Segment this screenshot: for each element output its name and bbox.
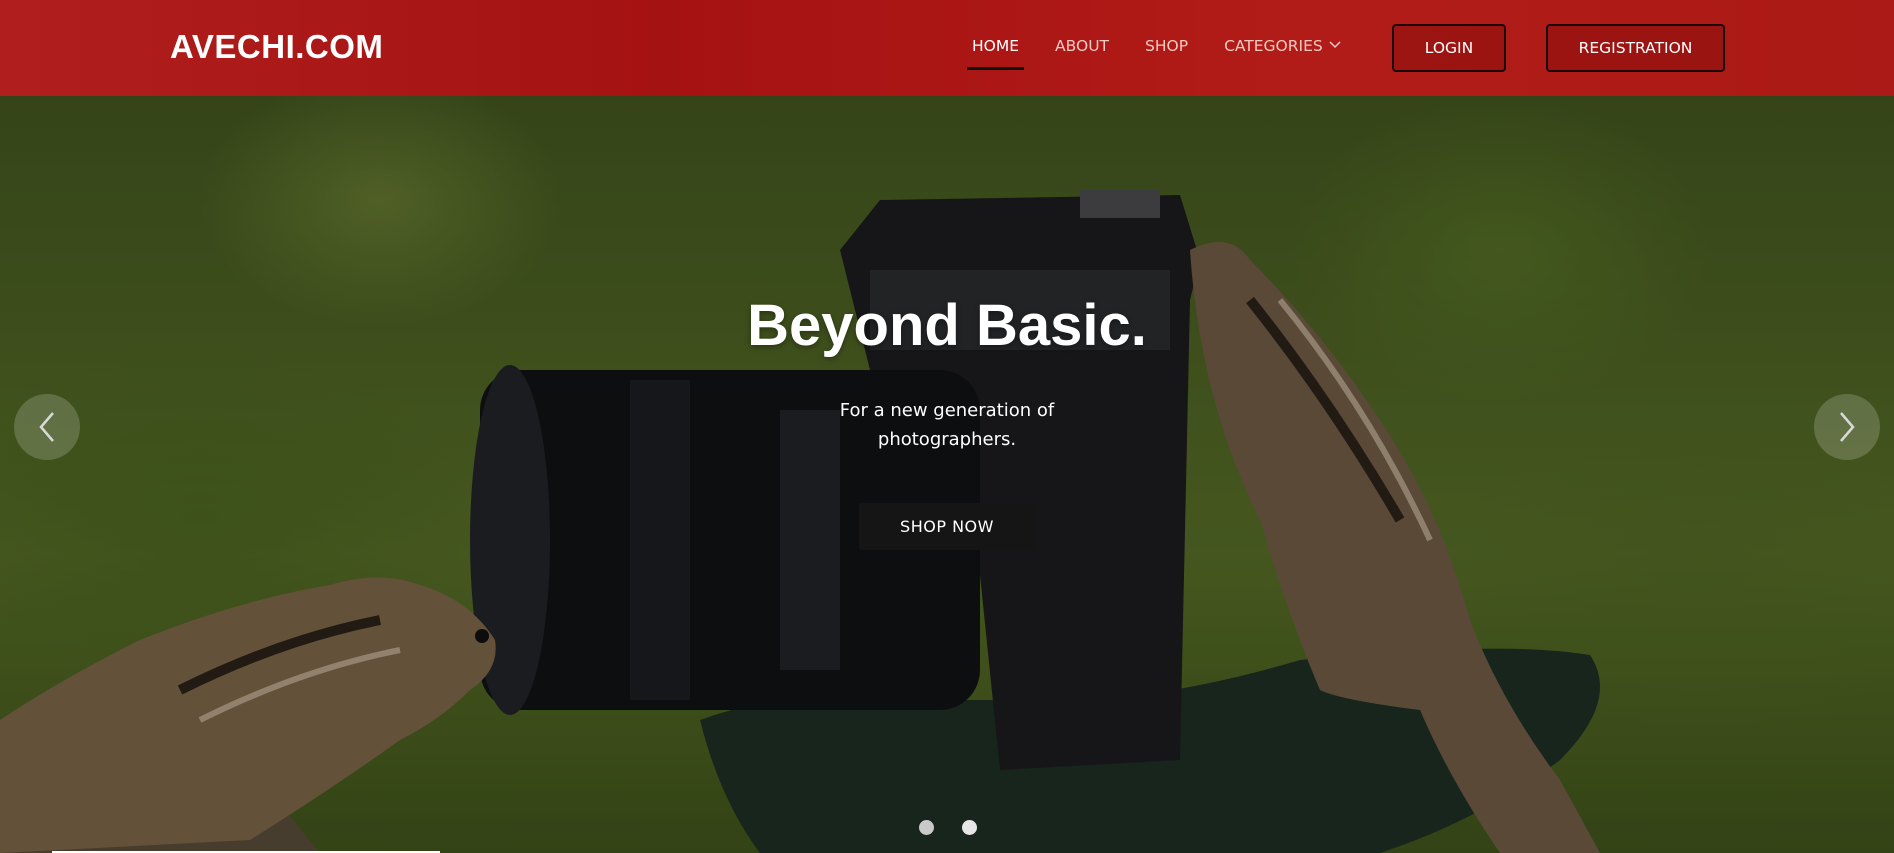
nav-item-shop[interactable]: SHOP (1145, 37, 1188, 55)
nav-item-categories[interactable]: CATEGORIES (1224, 37, 1341, 55)
hero-title: Beyond Basic. (747, 293, 1147, 358)
chevron-left-icon (39, 412, 54, 442)
nav-item-home[interactable]: HOME (966, 37, 1025, 70)
shop-now-button[interactable]: SHOP NOW (859, 503, 1035, 550)
slide-dot-1[interactable] (919, 820, 934, 835)
nav-item-categories-label: CATEGORIES (1224, 37, 1323, 55)
login-button[interactable]: LOGIN (1392, 24, 1506, 72)
slider-pagination (919, 820, 977, 835)
registration-button[interactable]: REGISTRATION (1546, 24, 1725, 72)
main-nav: HOME ABOUT SHOP CATEGORIES (966, 37, 1377, 70)
chevron-down-icon (1329, 41, 1341, 49)
next-slide-button[interactable] (1814, 394, 1880, 460)
hero-subtitle: For a new generation of photographers. (839, 400, 1055, 450)
hero-slider: Beyond Basic. For a new generation of ph… (0, 0, 1894, 853)
chevron-right-icon (1840, 412, 1855, 442)
top-navbar: AVECHI.COM HOME ABOUT SHOP CATEGORIES LO… (0, 0, 1894, 96)
brand-logo[interactable]: AVECHI.COM (170, 28, 383, 66)
prev-slide-button[interactable] (14, 394, 80, 460)
slide-dot-2[interactable] (962, 820, 977, 835)
nav-item-about[interactable]: ABOUT (1055, 37, 1109, 55)
